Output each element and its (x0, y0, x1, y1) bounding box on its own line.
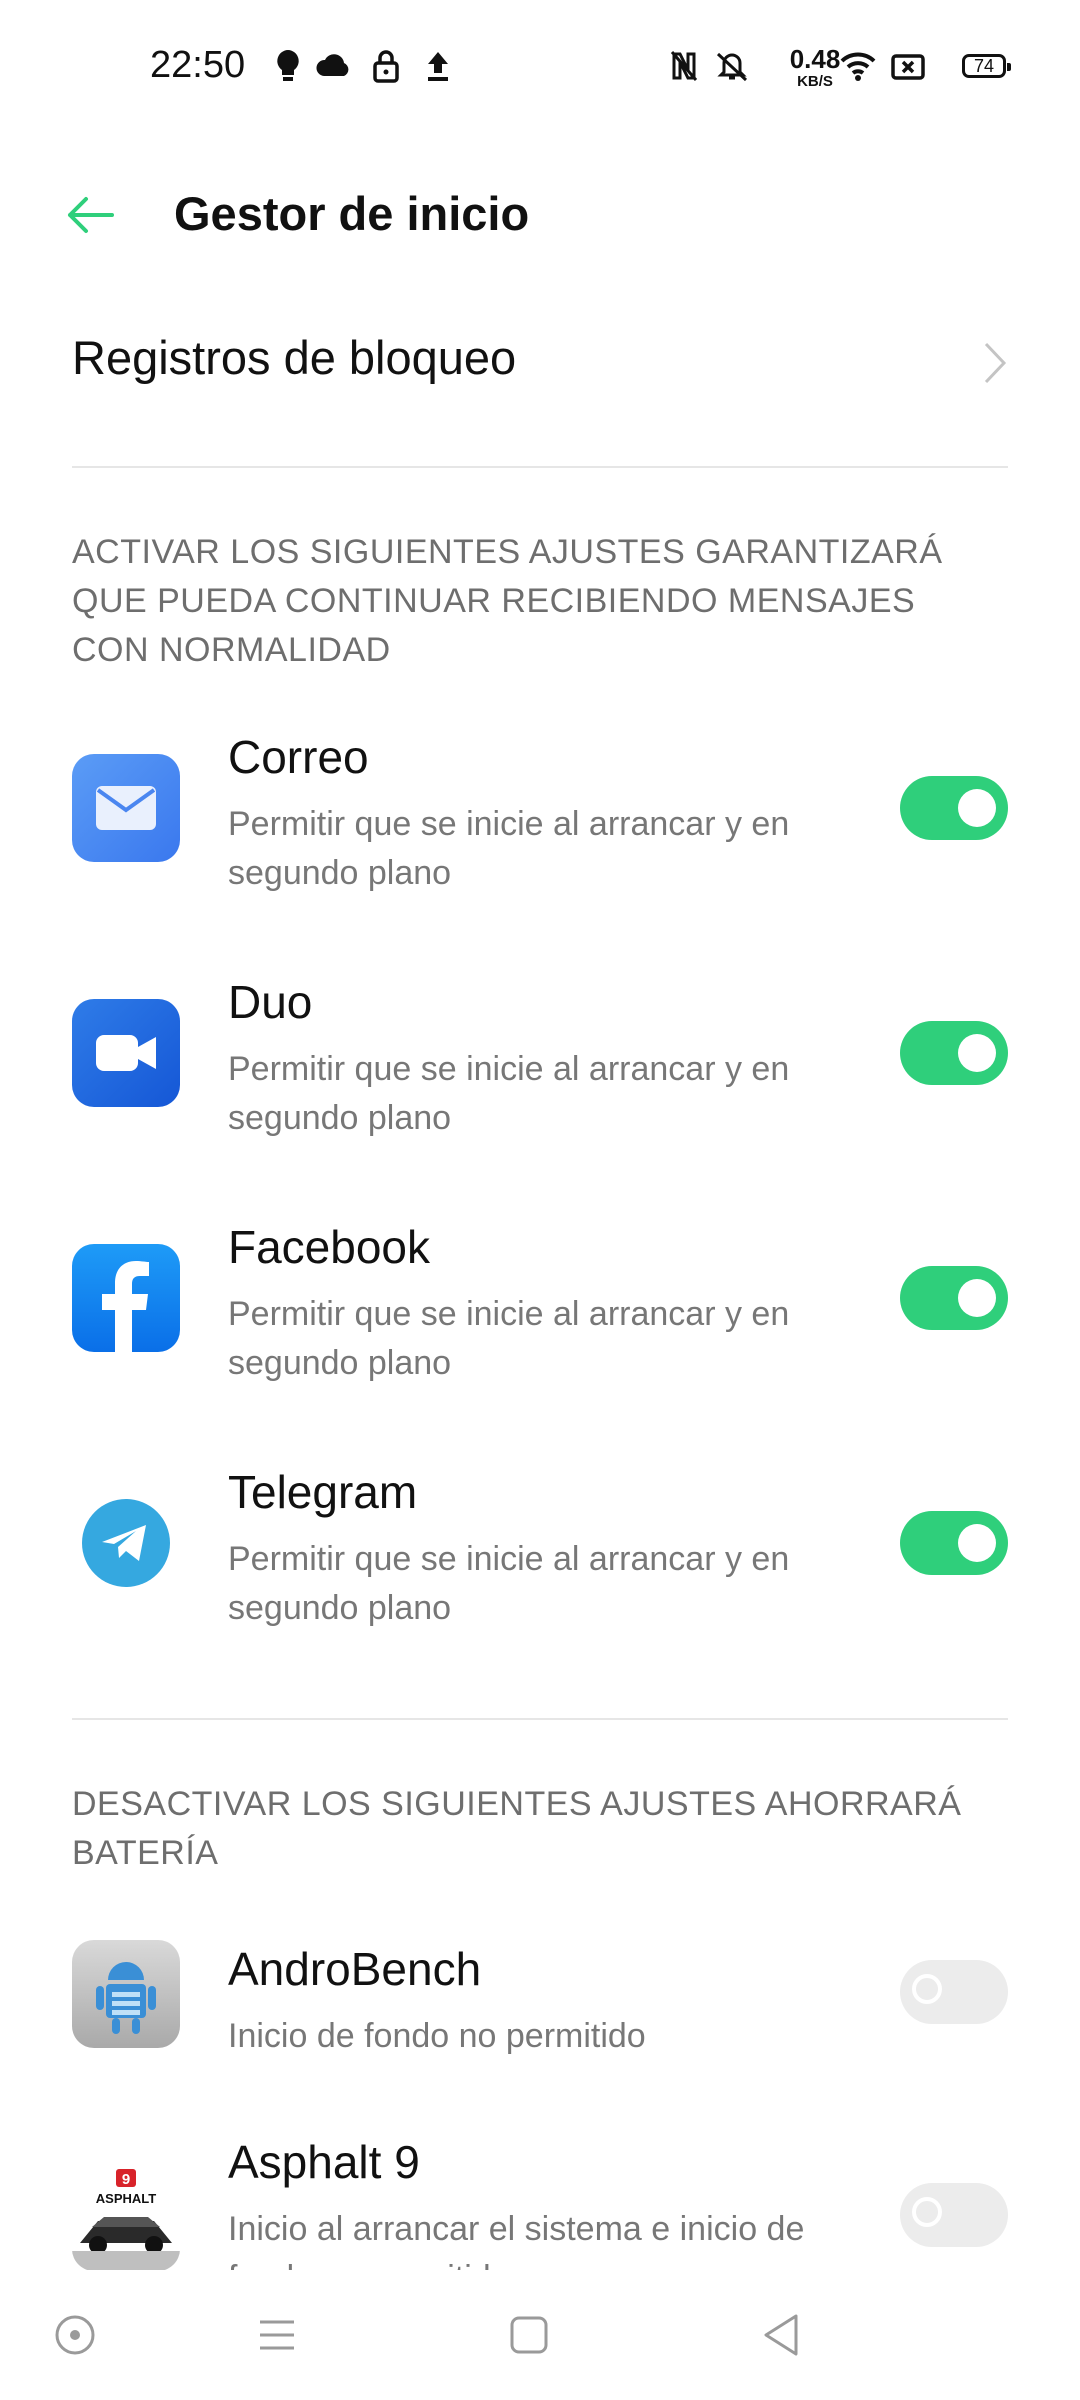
app-name: Asphalt 9 (228, 2136, 420, 2188)
androbench-icon (72, 1940, 180, 2048)
app-name: Correo (228, 731, 369, 783)
app-subtitle: Permitir que se inicie al arrancar y en … (228, 805, 790, 892)
divider (72, 1718, 1008, 1720)
toggle-knob (958, 789, 996, 827)
toggle-correo[interactable] (900, 776, 1008, 840)
toggle-knob (958, 1279, 996, 1317)
mail-icon (72, 754, 180, 862)
menu-icon[interactable] (252, 2310, 302, 2360)
toggle-knob (912, 1974, 942, 2004)
status-time: 22:50 (150, 44, 246, 86)
network-speed-value: 0.48 (789, 44, 841, 74)
section-title-enabled: ACTIVAR LOS SIGUIENTES AJUSTES GARANTIZA… (72, 533, 943, 669)
toggle-androbench[interactable] (900, 1960, 1008, 2024)
app-name: Facebook (228, 1221, 431, 1273)
block-logs-label: Registros de bloqueo (72, 331, 517, 384)
app-row-facebook: Facebook Permitir que se inicie al arran… (0, 1210, 1080, 1410)
app-row-telegram: Telegram Permitir que se inicie al arran… (0, 1455, 1080, 1655)
toggle-asphalt9[interactable] (900, 2183, 1008, 2247)
cloud-icon (316, 54, 349, 76)
app-subtitle: Permitir que se inicie al arrancar y en … (228, 1295, 790, 1382)
back-icon[interactable] (756, 2310, 806, 2360)
back-arrow-icon[interactable] (60, 185, 120, 245)
toggle-telegram[interactable] (900, 1511, 1008, 1575)
nfc-icon (670, 51, 698, 81)
facebook-icon (72, 1244, 180, 1352)
app-name: AndroBench (228, 1943, 482, 1995)
block-logs-row[interactable]: Registros de bloqueo (0, 300, 1080, 430)
app-subtitle: Inicio al arrancar el sistema e inicio d… (228, 2210, 805, 2270)
home-icon[interactable] (504, 2310, 554, 2360)
asphalt-icon-badge: 9 (122, 2171, 130, 2188)
asphalt-icon: 9 ASPHALT (72, 2163, 180, 2270)
app-subtitle: Inicio de fondo no permitido (228, 2017, 646, 2055)
app-header: Gestor de inicio (0, 160, 1080, 270)
toggle-knob (912, 2197, 942, 2227)
app-name: Duo (228, 976, 313, 1028)
screenshot-icon[interactable] (50, 2310, 100, 2360)
wifi-icon (840, 52, 876, 81)
network-speed-unit: KB/S (797, 73, 833, 90)
app-name: Telegram (228, 1466, 418, 1518)
vibrate-icon (716, 52, 748, 82)
lock-icon (373, 50, 399, 83)
bulb-icon (277, 50, 299, 81)
telegram-icon (72, 1489, 180, 1597)
app-subtitle: Permitir que se inicie al arrancar y en … (228, 1540, 790, 1627)
app-row-androbench: AndroBench Inicio de fondo no permitido (0, 1930, 1080, 2080)
no-sim-icon (891, 54, 925, 80)
page-title: Gestor de inicio (174, 187, 530, 240)
toggle-knob (958, 1034, 996, 1072)
network-speed: 0.48 KB/S (785, 46, 845, 89)
toggle-duo[interactable] (900, 1021, 1008, 1085)
app-row-correo: Correo Permitir que se inicie al arranca… (0, 720, 1080, 920)
navigation-bar (0, 2270, 1080, 2400)
toggle-knob (958, 1524, 996, 1562)
divider (72, 466, 1008, 468)
asphalt-icon-text: ASPHALT (96, 2191, 156, 2206)
app-row-duo: Duo Permitir que se inicie al arrancar y… (0, 965, 1080, 1165)
toggle-facebook[interactable] (900, 1266, 1008, 1330)
chevron-right-icon (984, 342, 1007, 384)
app-row-asphalt9: 9 ASPHALT Asphalt 9 Inicio al arrancar e… (0, 2125, 1080, 2270)
section-title-disabled: DESACTIVAR LOS SIGUIENTES AJUSTES AHORRA… (72, 1785, 962, 1872)
upload-icon (428, 52, 448, 81)
video-camera-icon (72, 999, 180, 1107)
app-subtitle: Permitir que se inicie al arrancar y en … (228, 1050, 790, 1137)
status-bar: 22:50 0.48 KB/S 74 (0, 0, 1080, 130)
battery-icon: 74 (962, 54, 1011, 78)
